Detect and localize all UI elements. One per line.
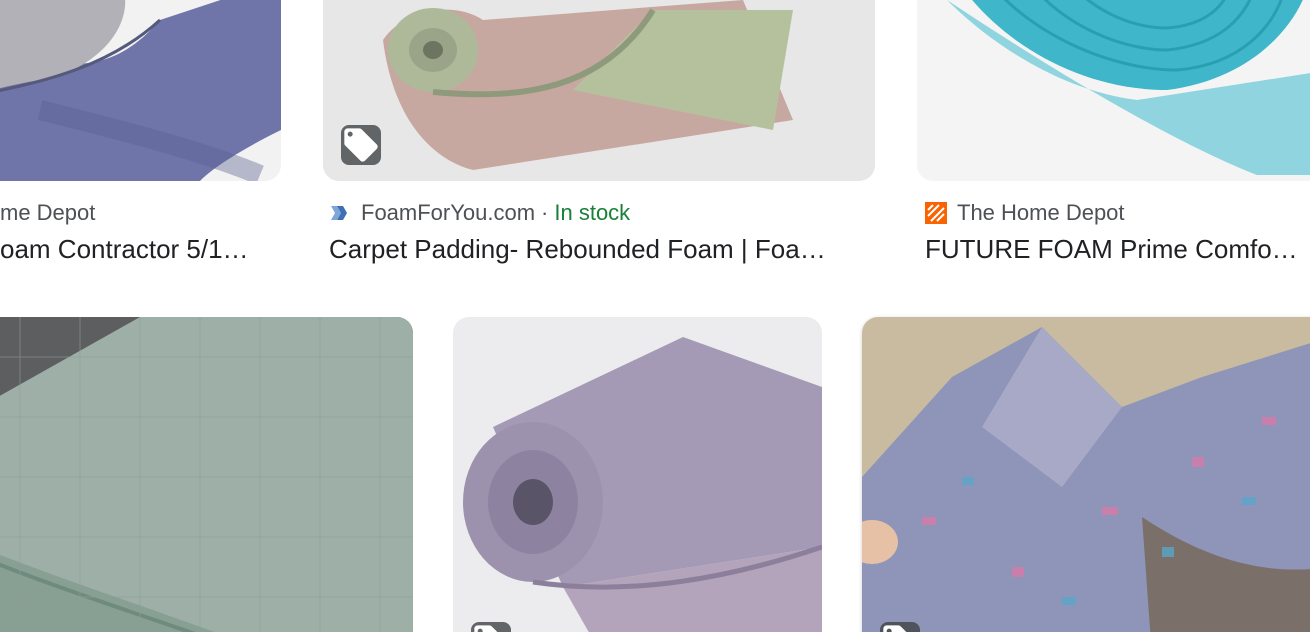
price-tag-badge — [880, 622, 920, 632]
price-tag-badge — [471, 622, 511, 632]
result-source-1[interactable]: me Depot — [0, 199, 280, 227]
foamforyou-favicon — [331, 206, 347, 220]
result-title-1[interactable]: oam Contractor 5/1… — [0, 234, 280, 268]
price-tag-icon — [344, 128, 378, 162]
price-tag-badge — [341, 125, 381, 165]
in-stock-label: In stock — [554, 200, 631, 225]
result-thumbnail-2[interactable] — [323, 0, 875, 181]
source-name: The Home Depot — [957, 200, 1125, 225]
foam-roll-image — [0, 0, 281, 181]
price-tag-icon — [883, 625, 907, 632]
teal-foam-roll-image — [917, 0, 1310, 181]
result-thumbnail-4[interactable] — [0, 317, 413, 632]
result-source-2[interactable]: FoamForYou.com · In stock — [329, 199, 875, 227]
result-thumbnail-5[interactable] — [453, 317, 822, 632]
result-thumbnail-1[interactable] — [0, 0, 281, 181]
home-depot-favicon — [925, 202, 947, 224]
result-thumbnail-6[interactable] — [862, 317, 1310, 632]
source-name: me Depot — [0, 200, 96, 225]
price-tag-icon — [474, 625, 498, 632]
rebounded-foam-roll-image — [323, 0, 875, 181]
result-source-3[interactable]: The Home Depot — [925, 199, 1310, 227]
source-name: FoamForYou.com — [361, 200, 536, 225]
result-title-2[interactable]: Carpet Padding- Rebounded Foam | Foa… — [329, 234, 864, 268]
result-thumbnail-3[interactable] — [917, 0, 1310, 181]
multicolor-foam-pad-image — [862, 317, 1310, 632]
green-foam-pad-image — [0, 317, 413, 632]
source-separator: · — [541, 200, 549, 225]
result-title-3[interactable]: FUTURE FOAM Prime Comfo… — [925, 234, 1310, 268]
purple-foam-roll-image — [453, 317, 822, 632]
image-results-grid: me Depot oam Contractor 5/1… FoamForYou.… — [0, 0, 1310, 632]
